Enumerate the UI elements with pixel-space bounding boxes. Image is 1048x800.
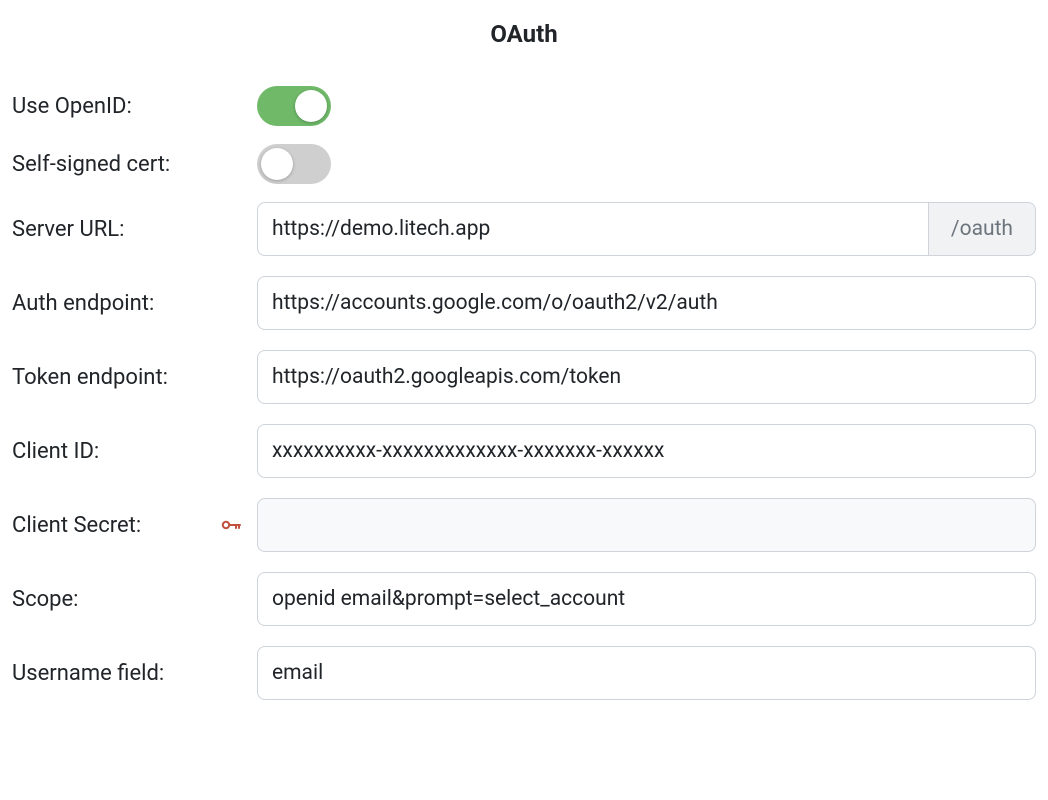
toggle-knob [295,90,327,122]
toggle-knob [261,148,293,180]
label-client-secret: Client Secret: [12,513,257,538]
input-username-field[interactable] [257,646,1036,700]
row-client-secret: Client Secret: [12,498,1036,552]
label-use-openid: Use OpenID: [12,94,257,119]
key-icon [219,513,243,537]
row-username-field: Username field: [12,646,1036,700]
label-client-id: Client ID: [12,439,257,464]
row-token-endpoint: Token endpoint: [12,350,1036,404]
row-client-id: Client ID: [12,424,1036,478]
input-scope[interactable] [257,572,1036,626]
toggle-use-openid[interactable] [257,86,331,126]
row-auth-endpoint: Auth endpoint: [12,276,1036,330]
input-auth-endpoint[interactable] [257,276,1036,330]
row-use-openid: Use OpenID: [12,86,1036,126]
label-scope: Scope: [12,587,257,612]
label-auth-endpoint: Auth endpoint: [12,291,257,316]
row-server-url: Server URL: /oauth [12,202,1036,256]
addon-server-url-path: /oauth [928,202,1036,256]
label-token-endpoint: Token endpoint: [12,365,257,390]
page-title: OAuth [12,20,1036,48]
row-self-signed: Self-signed cert: [12,144,1036,184]
row-scope: Scope: [12,572,1036,626]
input-server-url[interactable] [257,202,928,256]
input-client-id[interactable] [257,424,1036,478]
label-username-field: Username field: [12,661,257,686]
label-self-signed: Self-signed cert: [12,152,257,177]
toggle-self-signed[interactable] [257,144,331,184]
input-client-secret[interactable] [257,498,1036,552]
label-server-url: Server URL: [12,217,257,242]
input-token-endpoint[interactable] [257,350,1036,404]
